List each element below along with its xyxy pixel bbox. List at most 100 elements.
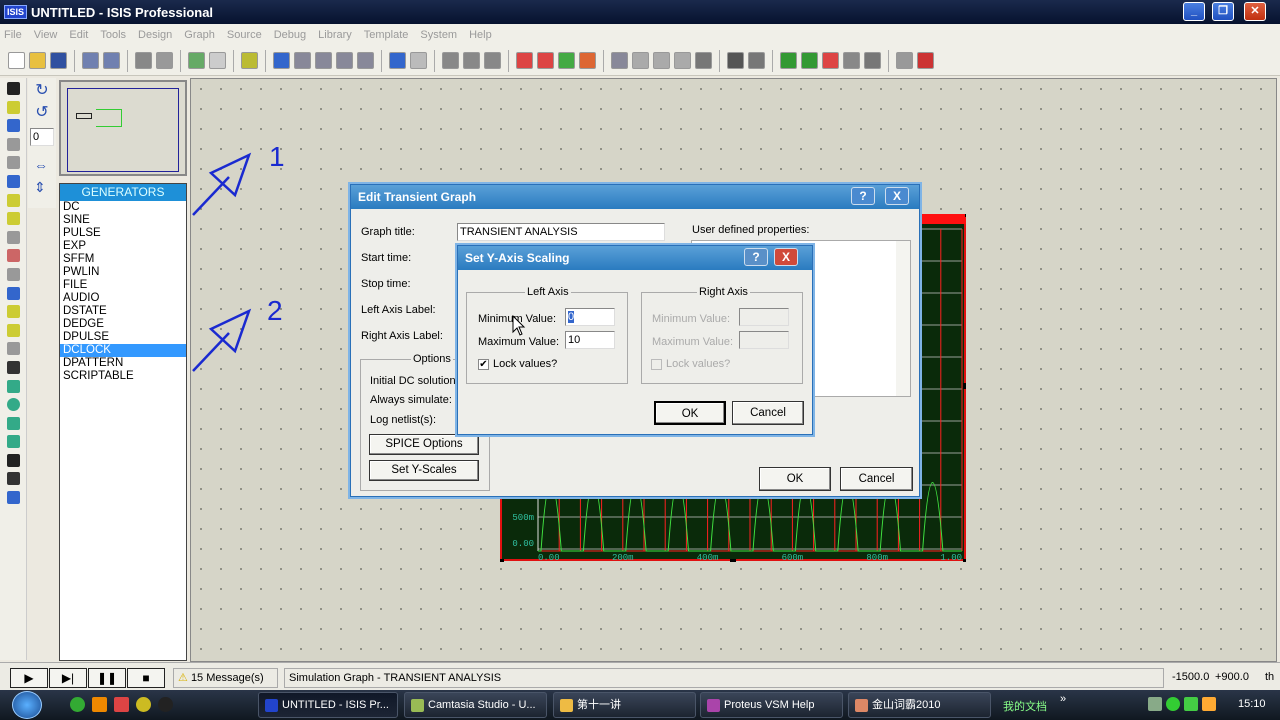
ok-button[interactable]: OK	[654, 401, 726, 425]
tape-recorder-icon[interactable]	[6, 267, 20, 281]
pick-device-icon[interactable]	[611, 52, 628, 69]
rotate-ccw-icon[interactable]: ↺	[34, 105, 50, 121]
electrical-check-icon[interactable]	[864, 52, 881, 69]
dialog-close-button[interactable]: X	[885, 187, 909, 205]
component-icon[interactable]	[6, 100, 20, 114]
paste-icon[interactable]	[484, 52, 501, 69]
app-icon[interactable]	[114, 697, 129, 712]
set-y-scales-button[interactable]: Set Y-Scales	[369, 460, 479, 481]
property-assign-icon[interactable]	[748, 52, 765, 69]
component-item-dstate[interactable]: DSTATE	[60, 305, 186, 318]
messages-panel[interactable]: ⚠ 15 Message(s)	[173, 668, 278, 688]
menu-help[interactable]: Help	[469, 29, 492, 41]
make-device-icon[interactable]	[632, 52, 649, 69]
step-button[interactable]: ▶|	[49, 668, 87, 688]
app-icon[interactable]	[136, 697, 151, 712]
subcircuit-icon[interactable]	[6, 193, 20, 207]
taskbar-button[interactable]: Camtasia Studio - U...	[404, 692, 547, 718]
print-icon[interactable]	[135, 52, 152, 69]
ok-button[interactable]: OK	[759, 467, 831, 491]
menu-library[interactable]: Library	[318, 29, 352, 41]
tray-icon[interactable]	[1166, 697, 1180, 711]
component-item-audio[interactable]: AUDIO	[60, 292, 186, 305]
pan-icon[interactable]	[273, 52, 290, 69]
taskbar-button[interactable]: 金山词霸2010	[848, 692, 991, 718]
symbol-icon[interactable]	[6, 472, 20, 486]
ares-icon[interactable]	[917, 52, 934, 69]
start-button[interactable]	[12, 691, 42, 719]
voltage-probe-icon[interactable]	[6, 305, 20, 319]
new-sheet-icon[interactable]	[780, 52, 797, 69]
copy-icon[interactable]	[463, 52, 480, 69]
packaging-icon[interactable]	[653, 52, 670, 69]
maximize-button[interactable]: ❐	[1212, 2, 1234, 21]
close-button[interactable]: ✕	[1244, 2, 1266, 21]
block-move-icon[interactable]	[537, 52, 554, 69]
wire-autorouter-icon[interactable]	[695, 52, 712, 69]
component-item-exp[interactable]: EXP	[60, 240, 186, 253]
component-item-dc[interactable]: DC	[60, 201, 186, 214]
undo-icon[interactable]	[389, 52, 406, 69]
spice-options-button[interactable]: SPICE Options	[369, 434, 479, 455]
new-file-icon[interactable]	[8, 52, 25, 69]
zoom-area-icon[interactable]	[357, 52, 374, 69]
grid-icon[interactable]	[209, 52, 226, 69]
marker-icon[interactable]	[6, 491, 20, 505]
overview-window[interactable]	[59, 80, 187, 176]
menu-view[interactable]: View	[34, 29, 58, 41]
cancel-button[interactable]: Cancel	[840, 467, 913, 491]
component-item-dpulse[interactable]: DPULSE	[60, 331, 186, 344]
qq-icon[interactable]	[158, 697, 173, 712]
export-icon[interactable]	[103, 52, 120, 69]
save-icon[interactable]	[50, 52, 67, 69]
menu-design[interactable]: Design	[138, 29, 172, 41]
current-probe-icon[interactable]	[6, 323, 20, 337]
search-tag-icon[interactable]	[727, 52, 744, 69]
mirror-vertical-icon[interactable]: ⇕	[34, 179, 50, 195]
menu-template[interactable]: Template	[364, 29, 409, 41]
play-button[interactable]: ▶	[10, 668, 48, 688]
tray-icon[interactable]	[1148, 697, 1162, 711]
bus-icon[interactable]	[6, 174, 20, 188]
junction-icon[interactable]	[6, 119, 20, 133]
text-icon[interactable]	[6, 453, 20, 467]
component-item-dedge[interactable]: DEDGE	[60, 318, 186, 331]
menu-tools[interactable]: Tools	[100, 29, 126, 41]
pause-button[interactable]: ❚❚	[88, 668, 126, 688]
left-lock-checkbox[interactable]: ✔	[478, 359, 489, 370]
menu-edit[interactable]: Edit	[69, 29, 88, 41]
cut-icon[interactable]	[442, 52, 459, 69]
rotation-angle-input[interactable]: 0	[30, 128, 54, 146]
redo-icon[interactable]	[410, 52, 427, 69]
rotate-cw-icon[interactable]: ↻	[34, 83, 50, 99]
zoom-all-icon[interactable]	[336, 52, 353, 69]
refresh-icon[interactable]	[188, 52, 205, 69]
generator-icon[interactable]	[6, 286, 20, 300]
selection-icon[interactable]	[6, 82, 20, 95]
tray-icon[interactable]	[1184, 697, 1198, 711]
browser-icon[interactable]	[70, 697, 85, 712]
dialog-close-button[interactable]: X	[774, 248, 798, 266]
menu-system[interactable]: System	[420, 29, 457, 41]
minimize-button[interactable]: _	[1183, 2, 1205, 21]
help-button[interactable]: ?	[851, 187, 875, 205]
decompose-icon[interactable]	[674, 52, 691, 69]
open-folder-icon[interactable]	[29, 52, 46, 69]
graph-title-input[interactable]: TRANSIENT ANALYSIS	[457, 223, 665, 241]
menu-debug[interactable]: Debug	[274, 29, 306, 41]
stop-button[interactable]: ■	[127, 668, 165, 688]
path-icon[interactable]	[6, 435, 20, 449]
origin-icon[interactable]	[241, 52, 258, 69]
left-max-input[interactable]: 10	[565, 331, 615, 349]
graph-icon[interactable]	[6, 249, 20, 263]
zoom-out-icon[interactable]	[315, 52, 332, 69]
text-script-icon[interactable]	[6, 156, 20, 170]
left-min-input[interactable]: 0	[565, 308, 615, 326]
menu-source[interactable]: Source	[227, 29, 262, 41]
terminals-icon[interactable]	[6, 212, 20, 226]
line-icon[interactable]	[6, 360, 20, 374]
mirror-horizontal-icon[interactable]: ⇔	[34, 157, 50, 173]
menu-file[interactable]: File	[4, 29, 22, 41]
component-list[interactable]: GENERATORS DC SINE PULSE EXP SFFM PWLIN FILE AU…	[59, 183, 187, 661]
vertical-scrollbar[interactable]	[896, 241, 910, 396]
